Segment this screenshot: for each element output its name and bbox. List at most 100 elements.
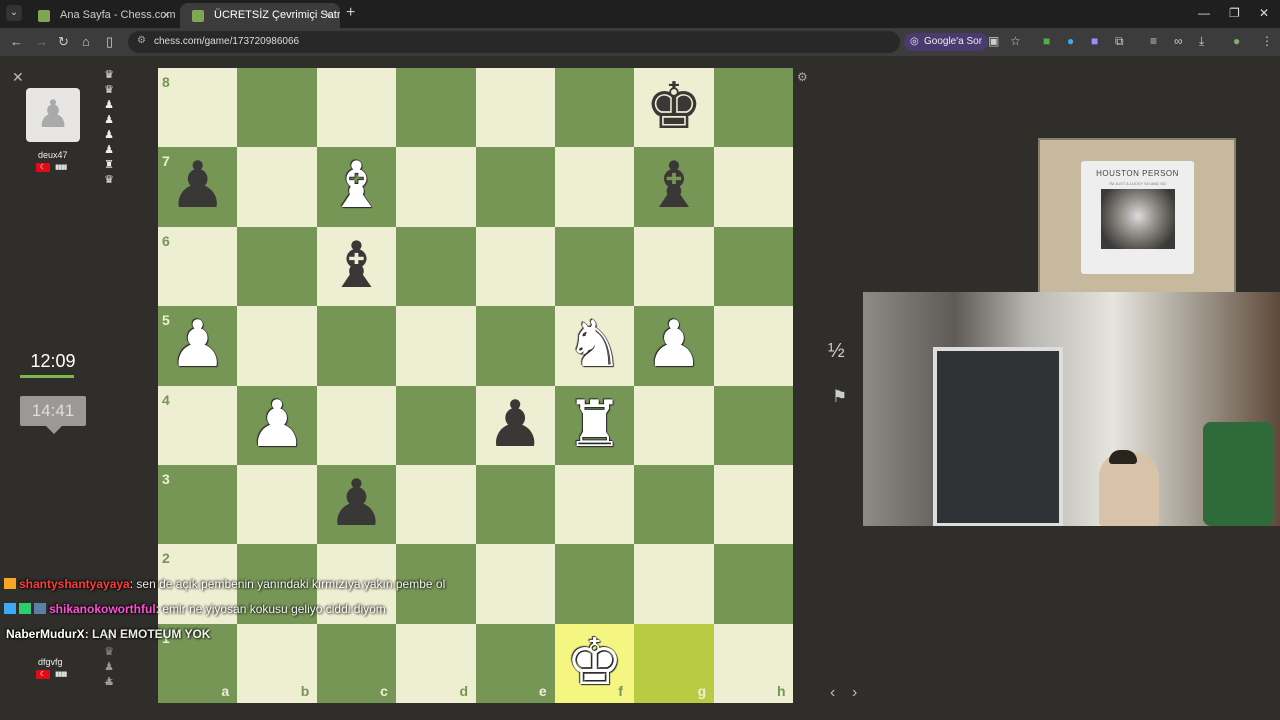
chat-username: shikanokoworthful [49,602,156,616]
tab-game[interactable]: ÜCRETSİZ Çevrimiçi Satranç Oy × [180,3,340,28]
square-h7[interactable] [713,147,794,227]
captured-piece: ♟ [104,661,114,673]
player-name[interactable]: dfgvfg [38,657,63,667]
black-bishop-piece[interactable]: ♝ [317,227,396,306]
address-bar[interactable]: ⚙ chess.com/game/173720986066 [128,31,900,53]
white-king-piece[interactable]: ♚ [555,624,634,703]
square-c4[interactable] [316,385,397,465]
tab-groups-icon[interactable]: ≡ [1150,34,1157,48]
close-tab-icon[interactable]: × [162,7,170,22]
extension-icon[interactable]: ● [1067,34,1074,48]
captured-piece: ♟ [104,129,114,141]
black-pawn-piece[interactable]: ♟ [317,465,396,544]
download-icon[interactable]: ⤓ [1199,34,1204,49]
file-label: e [538,683,547,699]
chat-message: shantyshantyayaya: sen de açık pembenin … [4,577,445,591]
reload-icon[interactable]: ↻ [58,34,69,50]
square-d4[interactable] [396,385,476,465]
square-d7[interactable] [396,147,476,227]
square-e6[interactable] [475,226,555,307]
offer-draw-button[interactable]: ½ [828,340,845,363]
square-g3[interactable] [634,464,714,545]
close-tab-icon[interactable]: × [324,7,332,22]
sidebar-icon[interactable]: ▯ [106,34,113,50]
square-e7[interactable] [475,147,555,227]
black-bishop-piece[interactable]: ♝ [634,147,713,226]
maximize-button[interactable]: ❐ [1229,6,1240,20]
square-e5[interactable] [475,306,555,386]
rank-label: 8 [162,74,170,90]
square-h5[interactable] [713,306,794,386]
square-h4[interactable] [713,385,794,465]
resign-flag-icon[interactable]: ⚑ [832,387,847,407]
opponent-name[interactable]: deux47 [38,150,68,160]
connection-bars-icon: ▮▮▮▮ [55,164,67,171]
square-g4[interactable] [634,385,714,465]
url-text: chess.com/game/173720986066 [154,36,300,47]
board-settings-icon[interactable]: ⚙ [797,70,808,84]
reading-mode-icon[interactable]: ∞ [1174,34,1183,48]
square-h3[interactable] [713,464,794,545]
album-photo [1101,189,1175,249]
white-pawn-piece[interactable]: ♟ [237,386,316,465]
square-e3[interactable] [475,464,555,545]
square-c8[interactable] [316,68,397,148]
square-b3[interactable] [237,464,317,545]
captured-piece: ♛ [104,84,114,96]
square-b8[interactable] [237,68,317,148]
new-tab-button[interactable]: + [346,4,355,22]
black-pawn-piece[interactable]: ♟ [158,147,237,226]
square-d6[interactable] [396,226,476,307]
square-d8[interactable] [396,68,476,148]
square-f2[interactable] [554,544,635,624]
home-icon[interactable]: ⌂ [82,34,90,49]
square-b5[interactable] [237,306,317,386]
bookmark-star-icon[interactable]: ☆ [1010,34,1021,48]
back-icon[interactable]: ← [10,34,23,49]
square-h8[interactable] [713,68,794,148]
square-g6[interactable] [634,226,714,307]
square-f7[interactable] [554,147,635,227]
white-bishop-piece[interactable]: ♝ [317,147,396,226]
square-e8[interactable] [475,68,555,148]
extensions-puzzle-icon[interactable]: ⧉ [1115,34,1124,49]
google-ask-button[interactable]: ◎ Google'a Sor [904,33,989,51]
next-move-button[interactable]: › [852,684,857,702]
album-cover: HOUSTON PERSON I'M JUST A LUCKY SO AND S… [1081,161,1194,274]
browser-toolbar: ← → ↻ ⌂ ▯ ⚙ chess.com/game/173720986066 [0,28,1280,56]
white-knight-piece[interactable]: ♞ [555,306,634,385]
square-f3[interactable] [554,464,635,545]
square-f8[interactable] [554,68,635,148]
close-icon[interactable]: ✕ [12,69,24,86]
previous-move-button[interactable]: ‹ [830,684,835,702]
rank-label: 6 [162,232,170,249]
square-g2[interactable] [634,544,714,624]
extension-icon[interactable]: ■ [1043,34,1050,48]
captured-piece: ♛ [104,174,114,186]
white-pawn-piece[interactable]: ♟ [634,306,713,385]
square-e2[interactable] [475,544,555,624]
square-d5[interactable] [396,306,476,386]
white-rook-piece[interactable]: ♜ [555,386,634,465]
close-window-button[interactable]: ✕ [1259,6,1269,20]
square-h6[interactable] [713,226,794,307]
black-pawn-piece[interactable]: ♟ [476,386,555,465]
square-b7[interactable] [237,147,317,227]
tab-search-button[interactable]: ⌄ [6,5,22,21]
minimize-button[interactable]: — [1198,6,1210,20]
screenshot-icon[interactable]: ▣ [988,34,999,48]
square-d3[interactable] [396,464,476,545]
forward-icon[interactable]: → [35,34,48,49]
square-h2[interactable] [713,544,794,624]
profile-avatar[interactable]: ● [1233,34,1240,48]
menu-icon[interactable]: ⋮ [1261,34,1273,48]
square-c5[interactable] [316,306,397,386]
square-b6[interactable] [237,226,317,307]
extension-icon[interactable]: ■ [1091,34,1098,48]
white-pawn-piece[interactable]: ♟ [158,306,237,385]
tab-home[interactable]: Ana Sayfa - Chess.com × [26,3,178,28]
black-king-piece[interactable]: ♚ [634,68,713,147]
square-f6[interactable] [554,226,635,307]
file-label: h [777,683,786,699]
site-info-icon[interactable]: ⚙ [137,35,146,46]
